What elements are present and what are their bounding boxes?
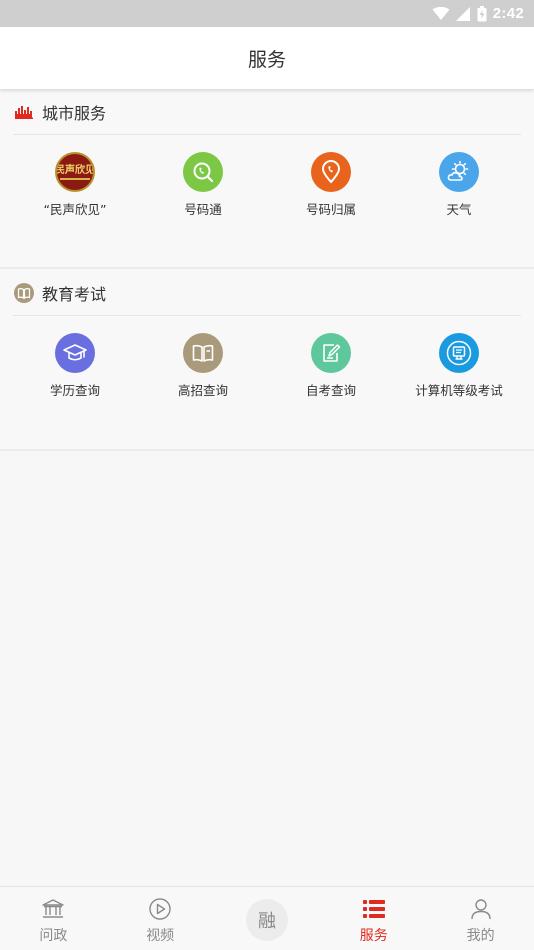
government-building-icon xyxy=(41,897,65,921)
minsheng-logo: 民声欣见 xyxy=(55,152,95,192)
service-gaozhao[interactable]: 高招查询 xyxy=(139,333,267,399)
tab-rong[interactable]: 融 xyxy=(214,887,321,950)
service-weather[interactable]: 天气 xyxy=(395,152,523,218)
play-circle-icon xyxy=(148,897,172,921)
service-label: 自考查询 xyxy=(305,383,356,398)
service-minsheng[interactable]: 民声欣见 “民声欣见” xyxy=(11,152,139,218)
service-haomaguishu[interactable]: 号码归属 xyxy=(267,152,395,218)
signal-icon xyxy=(455,6,470,21)
tab-label: 我的 xyxy=(466,928,495,944)
service-xueli[interactable]: 学历查询 xyxy=(11,333,139,399)
book-icon xyxy=(14,282,34,303)
tab-label: 视频 xyxy=(146,928,175,944)
service-zikao[interactable]: 自考查询 xyxy=(267,333,395,399)
location-phone-icon xyxy=(311,152,351,192)
service-grid: 民声欣见 “民声欣见” 号码通 号码归属 天气 xyxy=(0,135,534,218)
service-grid: 学历查询 高招查询 自考查询 计算机等级考试 xyxy=(0,316,534,399)
service-label: 学历查询 xyxy=(49,383,100,398)
computer-icon xyxy=(439,333,479,373)
service-label: 天气 xyxy=(446,202,472,217)
section-education: 教育考试 学历查询 高招查询 自考查询 计算机等级考试 xyxy=(0,270,534,451)
service-label: 高招查询 xyxy=(177,383,228,398)
tab-label: 服务 xyxy=(359,928,388,944)
section-title: 教育考试 xyxy=(42,284,107,304)
service-label: 号码归属 xyxy=(305,202,356,217)
section-title: 城市服务 xyxy=(42,103,107,123)
section-header: 教育考试 xyxy=(0,270,521,315)
service-label: 号码通 xyxy=(184,202,222,217)
tab-wenzheng[interactable]: 问政 xyxy=(0,887,107,950)
service-haomatong[interactable]: 号码通 xyxy=(139,152,267,218)
open-book-icon xyxy=(183,333,223,373)
city-skyline-icon xyxy=(14,102,34,122)
service-label: 计算机等级考试 xyxy=(415,383,503,398)
tab-label: 问政 xyxy=(39,928,68,944)
app-header: 服务 xyxy=(0,27,534,89)
tab-service[interactable]: 服务 xyxy=(320,887,427,950)
rong-center-icon: 融 xyxy=(245,899,288,941)
battery-icon xyxy=(477,5,487,21)
minsheng-logo-text: 民声欣见 xyxy=(55,164,95,176)
tab-video[interactable]: 视频 xyxy=(107,887,214,950)
page-title: 服务 xyxy=(247,48,286,71)
status-time: 2:42 xyxy=(492,5,524,22)
section-header: 城市服务 xyxy=(0,89,521,134)
graduation-cap-icon xyxy=(55,333,95,373)
wifi-icon xyxy=(432,6,450,20)
section-city-services: 城市服务 民声欣见 “民声欣见” 号码通 号码归属 天气 xyxy=(0,89,534,269)
service-label: “民声欣见” xyxy=(43,202,107,217)
bottom-tab-bar: 问政 视频 融 服务 我的 xyxy=(0,886,534,950)
service-computer-exam[interactable]: 计算机等级考试 xyxy=(395,333,523,399)
edit-note-icon xyxy=(311,333,351,373)
status-bar: 2:42 xyxy=(0,0,534,27)
phone-search-icon xyxy=(183,152,223,192)
weather-icon xyxy=(439,152,479,192)
tab-mine[interactable]: 我的 xyxy=(427,887,534,950)
user-icon xyxy=(470,897,492,921)
service-list-icon xyxy=(362,897,386,921)
